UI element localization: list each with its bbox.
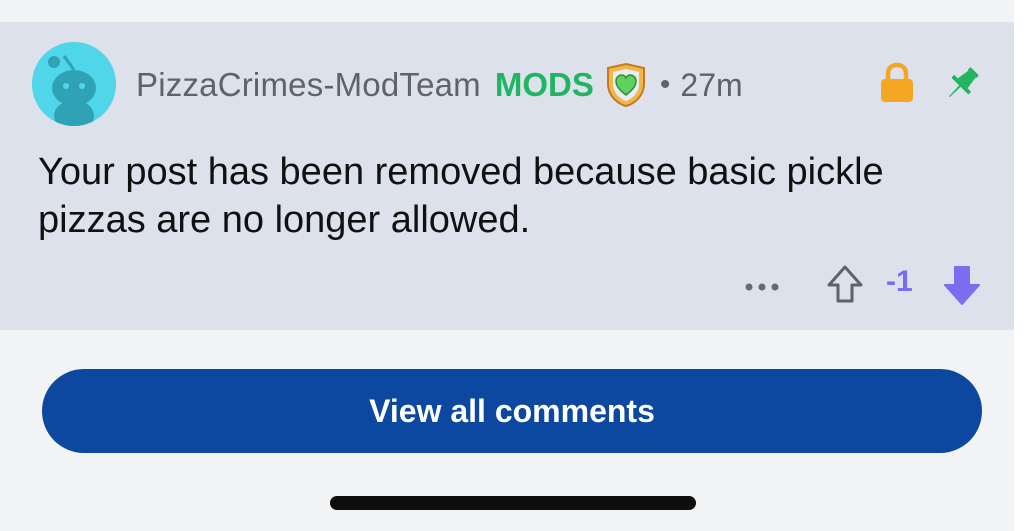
avatar[interactable] <box>32 42 116 126</box>
home-indicator[interactable] <box>330 496 696 510</box>
screen-edge <box>1014 0 1024 531</box>
pin-icon <box>948 67 979 98</box>
view-all-comments-button[interactable]: View all comments <box>42 369 982 453</box>
comment-author-row: PizzaCrimes-ModTeam MODS • 27m <box>136 62 743 108</box>
timestamp: 27m <box>680 66 743 103</box>
lock-icon <box>881 62 913 102</box>
more-options-icon[interactable] <box>744 282 780 292</box>
comment-body: Your post has been removed because basic… <box>38 151 884 241</box>
username[interactable]: PizzaCrimes-ModTeam <box>136 66 481 104</box>
snoo-avatar-icon <box>32 42 116 126</box>
separator-dot: • <box>659 68 671 101</box>
mod-shield-heart-badge-icon <box>606 62 645 108</box>
downvote-arrow-icon[interactable] <box>942 263 982 307</box>
upvote-arrow-icon[interactable] <box>826 264 864 304</box>
vote-count: -1 <box>886 265 913 298</box>
mods-label: MODS <box>494 66 594 103</box>
comment-screen: PizzaCrimes-ModTeam MODS • 27m Your post… <box>0 0 1024 531</box>
